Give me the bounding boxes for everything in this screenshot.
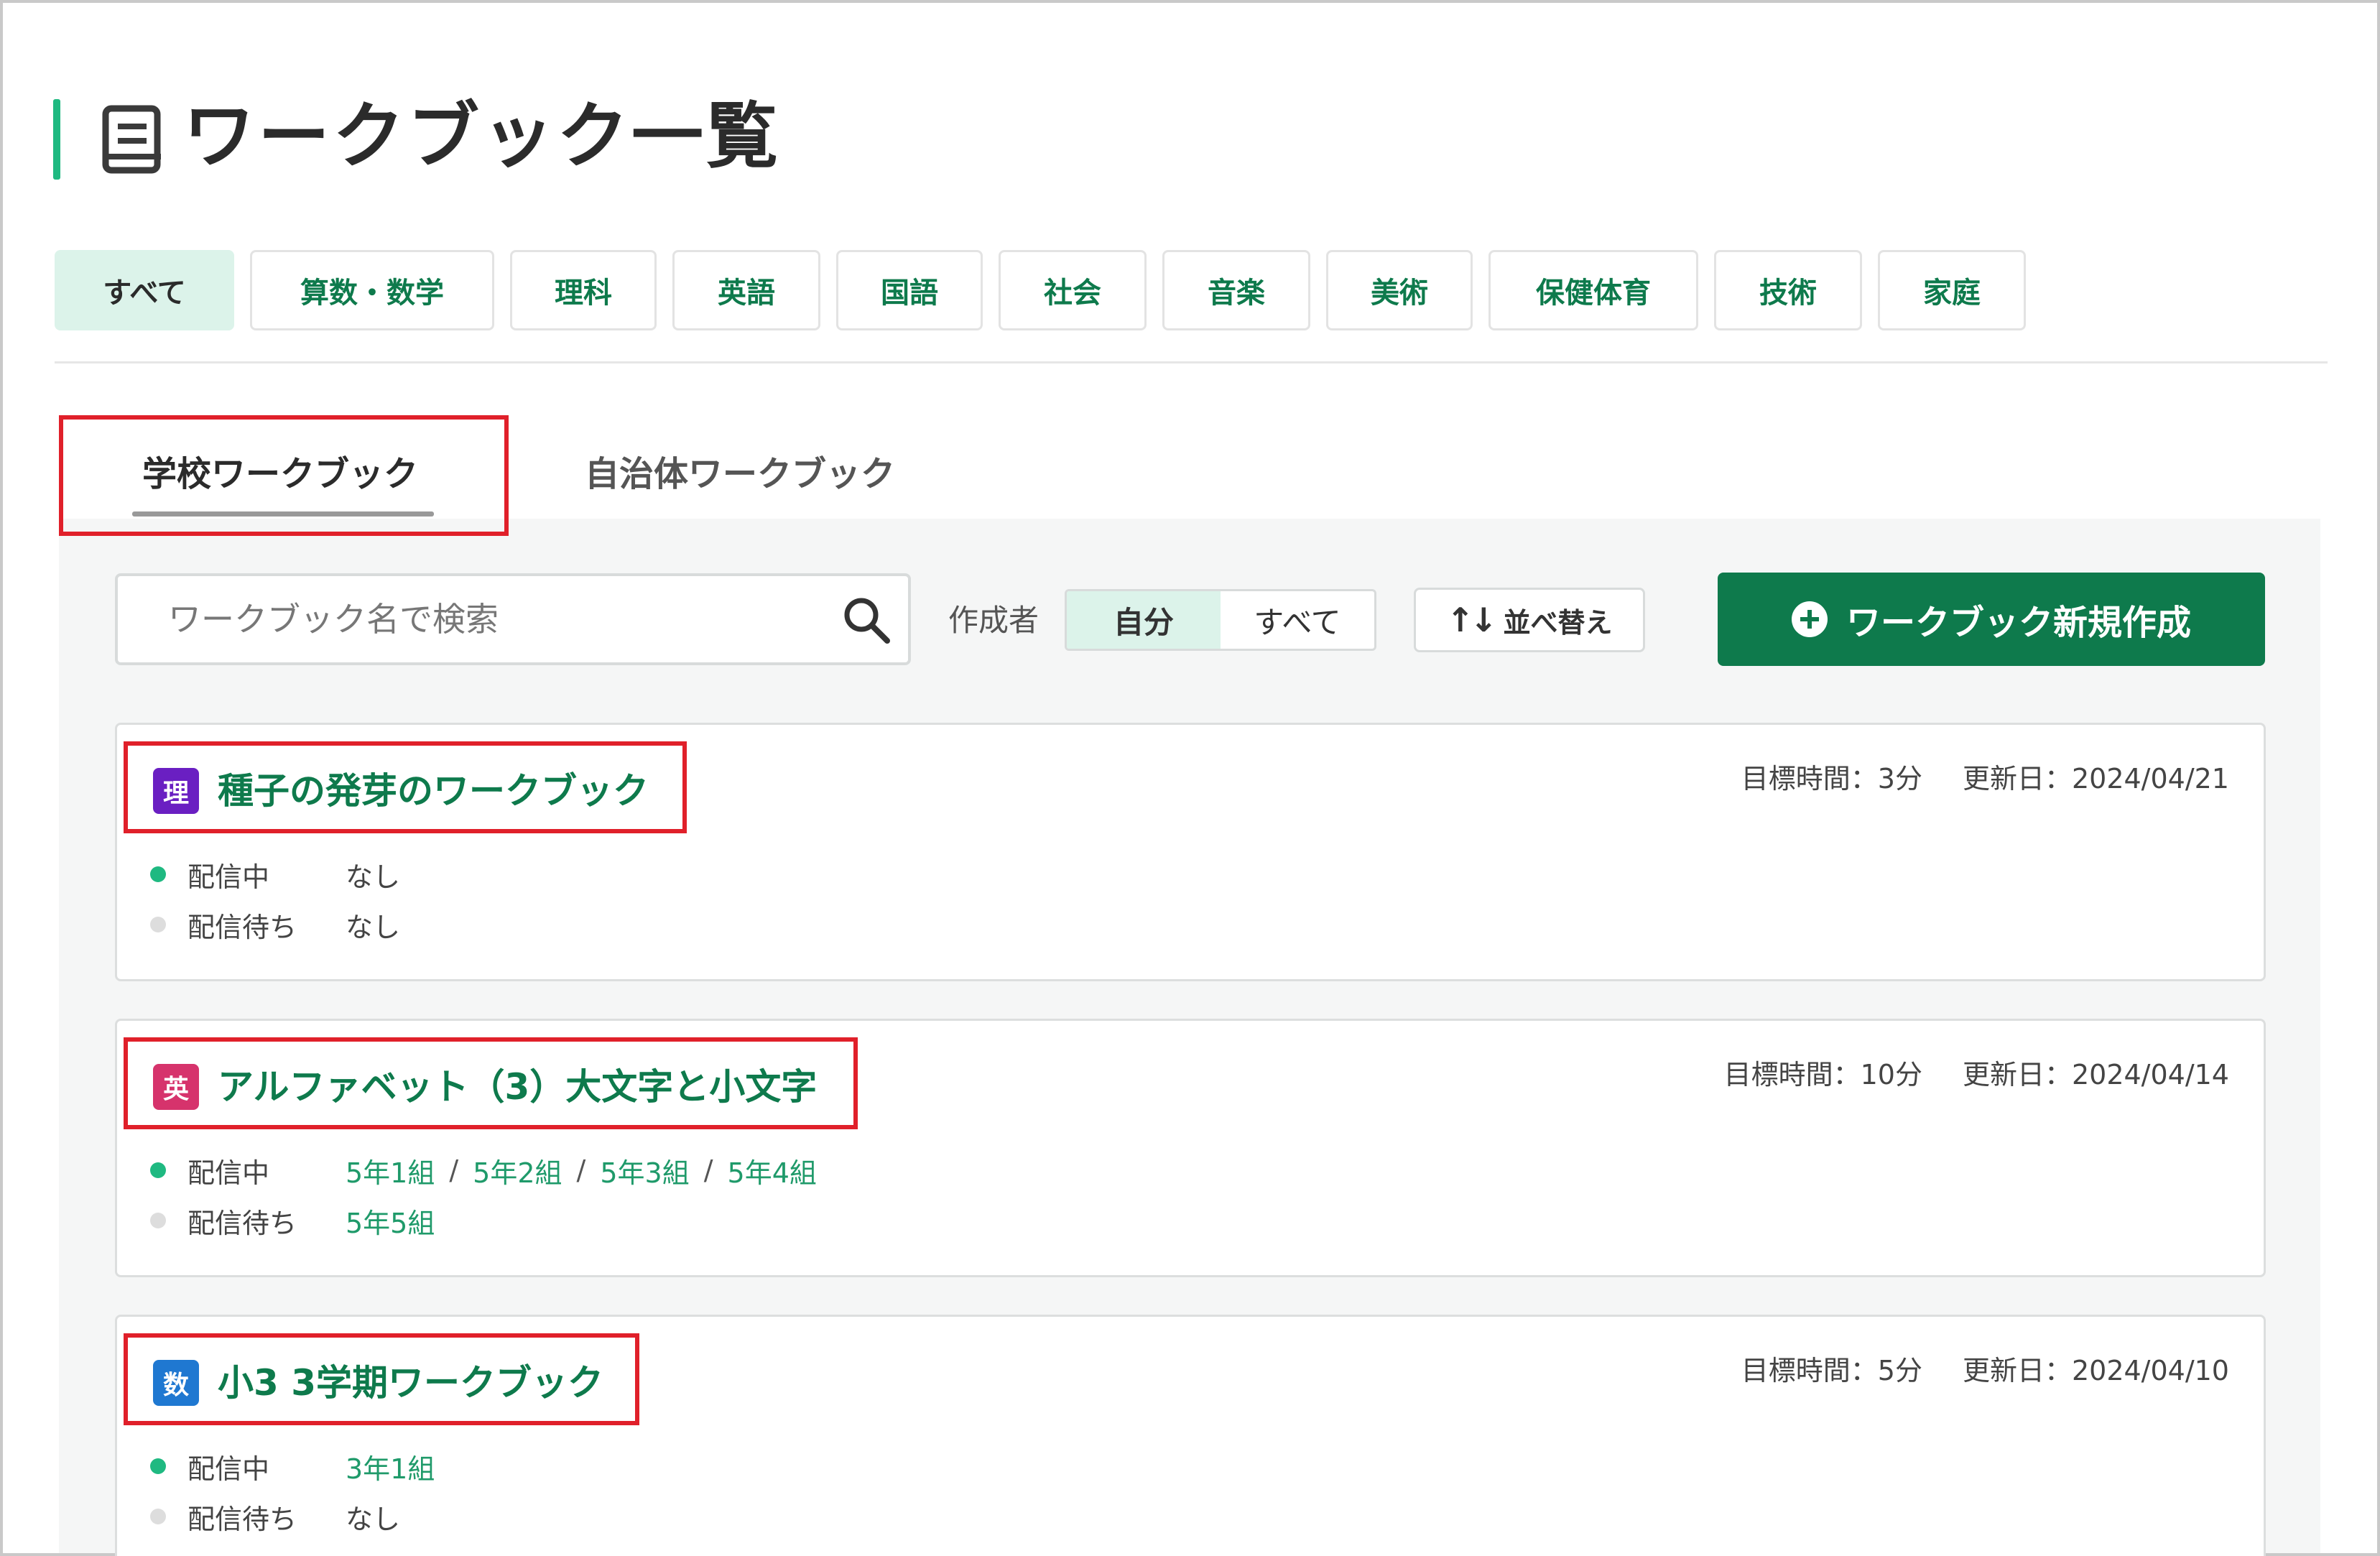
delivering-dot: [150, 1162, 166, 1178]
class-link[interactable]: 5年1組: [346, 1151, 435, 1190]
workbook-meta: 目標時間：5分 更新日：2024/04/10: [1741, 1348, 2229, 1388]
subject-chip-english[interactable]: 英語: [672, 250, 820, 330]
delivering-row: 配信中 なし: [150, 853, 400, 896]
waiting-row: 配信待ち なし: [150, 1495, 400, 1538]
tab-municipal-workbook[interactable]: 自治体ワークブック: [560, 424, 920, 517]
divider: [55, 361, 2328, 363]
delivering-label: 配信中: [187, 1157, 270, 1189]
waiting-none: なし: [346, 1503, 401, 1535]
class-link[interactable]: 5年3組: [600, 1151, 689, 1190]
subject-chip-science[interactable]: 理科: [510, 250, 657, 330]
workbook-meta: 目標時間：3分 更新日：2024/04/21: [1741, 756, 2229, 796]
annotation-highlight-title: [124, 1037, 858, 1129]
waiting-row: 配信待ち なし: [150, 903, 400, 946]
delivering-row: 配信中 5年1組 / 5年2組 / 5年3組 / 5年4組: [150, 1149, 817, 1192]
subject-chip-all[interactable]: すべて: [55, 250, 234, 330]
subject-chip-home-economics[interactable]: 家庭: [1878, 250, 2026, 330]
class-link[interactable]: 5年5組: [346, 1201, 435, 1241]
target-time: 目標時間：10分: [1723, 1059, 1922, 1090]
subject-chip-art[interactable]: 美術: [1326, 250, 1473, 330]
creator-label: 作成者: [948, 603, 1039, 638]
delivering-label: 配信中: [187, 1453, 270, 1485]
waiting-dot: [150, 917, 166, 932]
page-title: ワークブック一覧: [183, 94, 781, 178]
separator: /: [703, 1154, 713, 1186]
subject-chip-pe[interactable]: 保健体育: [1488, 250, 1698, 330]
class-link[interactable]: 3年1組: [346, 1447, 435, 1486]
waiting-dot: [150, 1509, 166, 1524]
subject-chip-math[interactable]: 算数・数学: [250, 250, 494, 330]
target-time: 目標時間：5分: [1741, 1355, 1922, 1386]
delivering-dot: [150, 1458, 166, 1474]
updated-date: 更新日：2024/04/10: [1962, 1355, 2229, 1386]
subject-chip-music[interactable]: 音楽: [1162, 250, 1310, 330]
search-box[interactable]: [115, 573, 911, 665]
waiting-dot: [150, 1213, 166, 1228]
class-link[interactable]: 5年4組: [728, 1151, 817, 1190]
create-workbook-label: ワークブック新規作成: [1846, 603, 2191, 643]
workbook-icon: [102, 105, 161, 174]
search-input[interactable]: [168, 593, 815, 645]
subject-chip-social[interactable]: 社会: [999, 250, 1147, 330]
class-link[interactable]: 5年2組: [473, 1151, 562, 1190]
waiting-label: 配信待ち: [187, 1207, 297, 1239]
updated-date: 更新日：2024/04/14: [1962, 1059, 2229, 1090]
updated-date: 更新日：2024/04/21: [1962, 763, 2229, 795]
creator-toggle: 自分 すべて: [1065, 589, 1376, 651]
sort-icon: ↑↓: [1446, 601, 1497, 639]
workbook-meta: 目標時間：10分 更新日：2024/04/14: [1724, 1052, 2229, 1092]
creator-option-self[interactable]: 自分: [1067, 591, 1221, 649]
delivering-row: 配信中 3年1組: [150, 1445, 435, 1488]
creator-option-all[interactable]: すべて: [1221, 591, 1374, 649]
delivering-none: なし: [346, 861, 401, 893]
subject-chip-japanese[interactable]: 国語: [836, 250, 983, 330]
search-icon[interactable]: [840, 593, 893, 647]
waiting-row: 配信待ち 5年5組: [150, 1199, 435, 1242]
delivering-dot: [150, 866, 166, 882]
plus-circle-icon: [1791, 601, 1828, 637]
sort-label: 並べ替え: [1503, 606, 1613, 639]
sort-button[interactable]: ↑↓ 並べ替え: [1414, 588, 1645, 652]
create-workbook-button[interactable]: ワークブック新規作成: [1718, 573, 2265, 666]
waiting-none: なし: [346, 911, 401, 943]
subject-chip-technology[interactable]: 技術: [1714, 250, 1862, 330]
waiting-label: 配信待ち: [187, 911, 297, 943]
title-accent-bar: [53, 99, 60, 180]
separator: /: [449, 1154, 459, 1186]
annotation-highlight-title: [124, 1333, 639, 1425]
target-time: 目標時間：3分: [1741, 763, 1922, 795]
delivering-label: 配信中: [187, 861, 270, 893]
annotation-highlight-tab: [59, 415, 509, 536]
waiting-label: 配信待ち: [187, 1503, 297, 1535]
annotation-highlight-title: [124, 741, 687, 833]
separator: /: [576, 1154, 586, 1186]
